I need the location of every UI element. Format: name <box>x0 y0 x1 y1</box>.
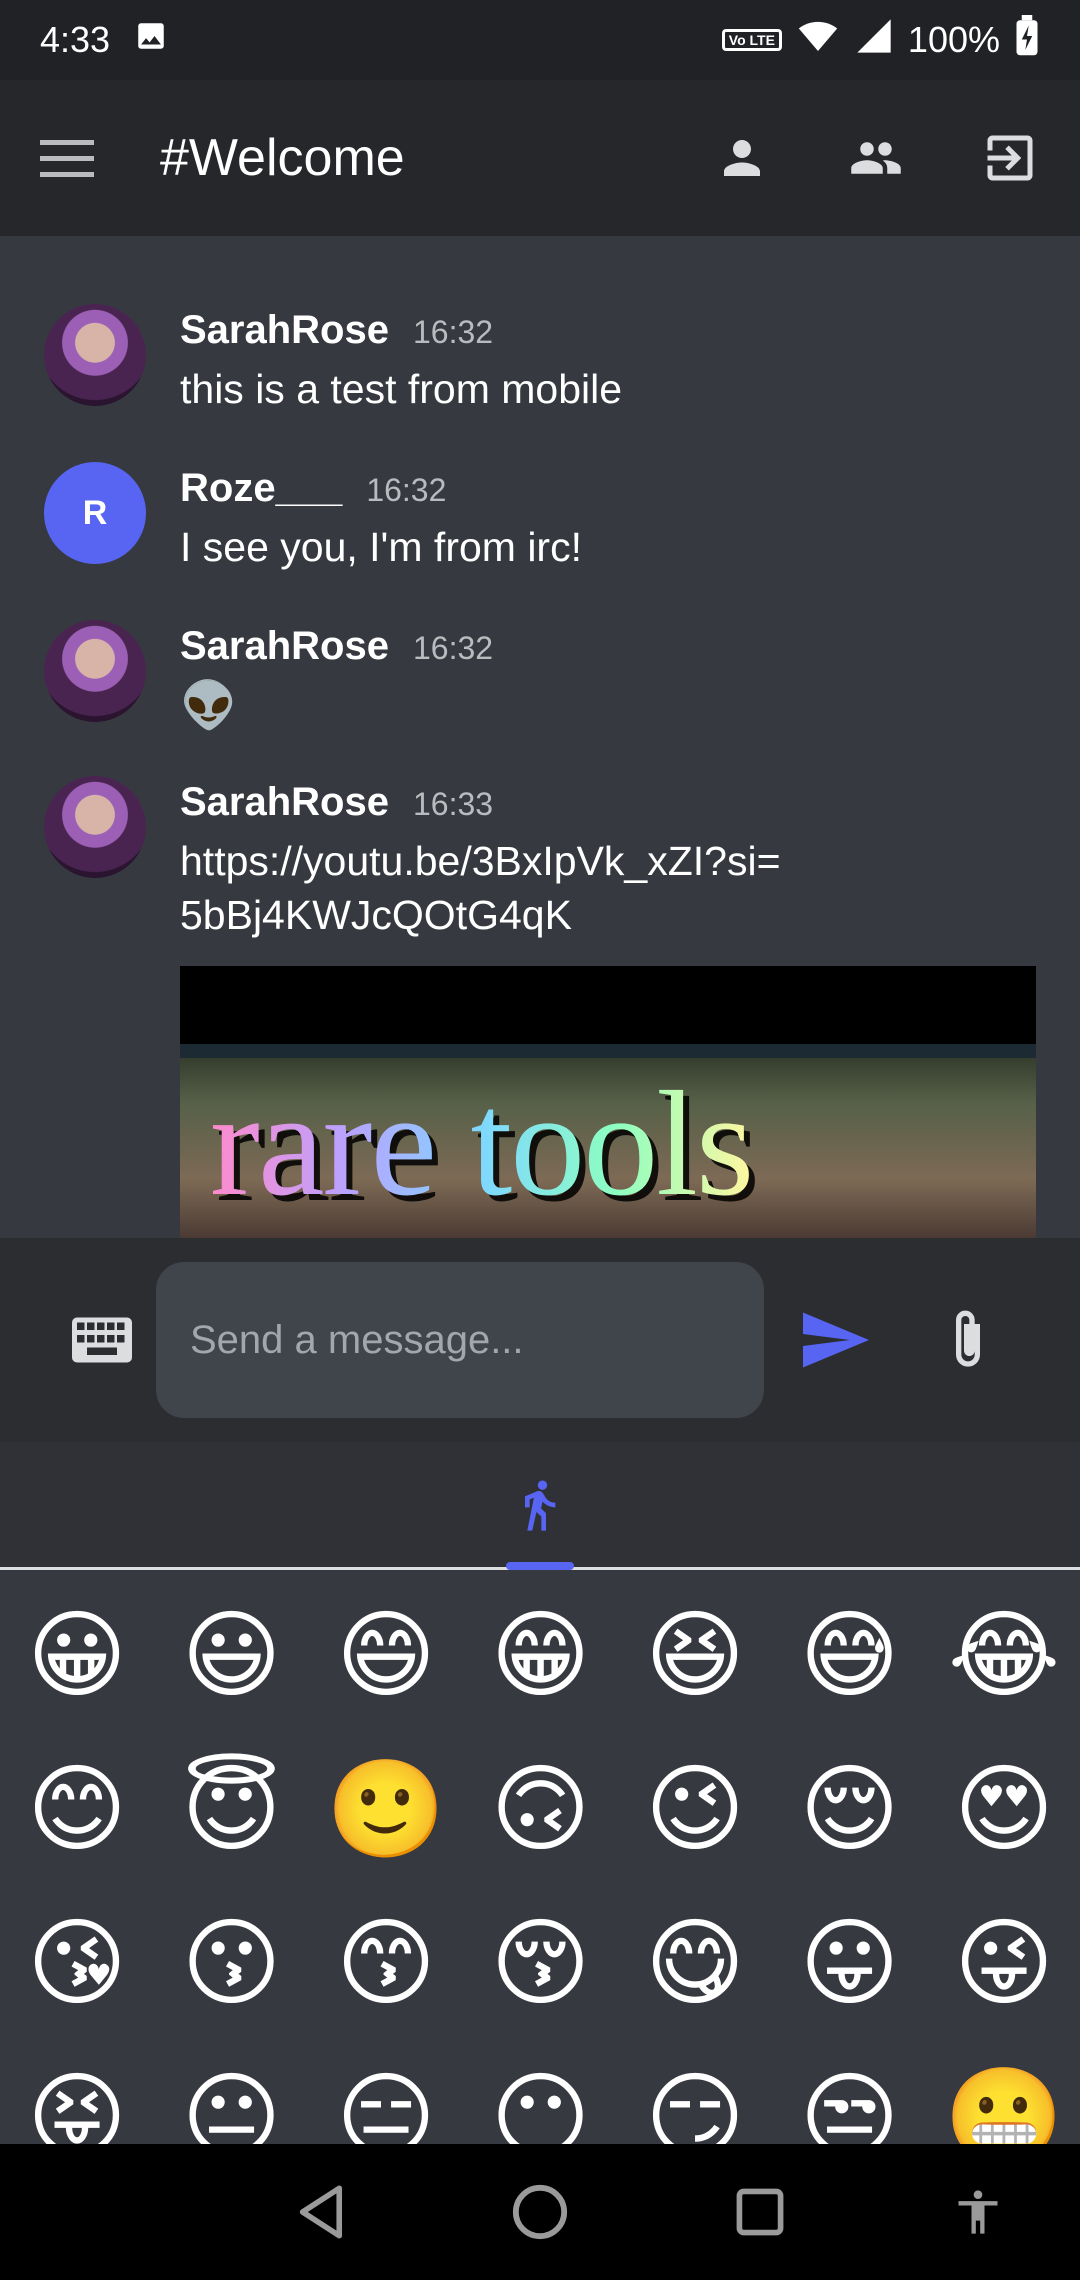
message-text: I see you, I'm from irc! <box>180 524 582 570</box>
recents-icon <box>736 2188 784 2236</box>
emoji-cell[interactable]: 😬 <box>927 2041 1080 2145</box>
emoji-cell[interactable]: 😀 <box>0 1579 154 1733</box>
emoji-cell[interactable]: 😛 <box>773 1887 927 2041</box>
emoji-cell[interactable]: 😃 <box>155 1579 309 1733</box>
emoji-cell[interactable]: 😍 <box>927 1733 1080 1887</box>
message-input[interactable] <box>156 1262 764 1418</box>
emoji-cell[interactable]: 😇 <box>155 1733 309 1887</box>
emoji-picker: 😀 😃 😄 😁 😆 😅 😂 😊 😇 🙂 🙃 😉 😌 😍 😘 😗 😙 😚 😋 😛 😜 😝 😐 😑 😶 😏 😒 😬 <box>0 1442 1080 2144</box>
emoji-cell[interactable]: 😶 <box>464 2041 618 2145</box>
volte-icon: Vo LTE <box>721 29 782 51</box>
emoji-cell[interactable]: 😂 <box>927 1579 1080 1733</box>
timestamp: 16:32 <box>366 472 447 508</box>
send-icon <box>803 1312 869 1368</box>
emoji-cell[interactable]: 🙃 <box>464 1733 618 1887</box>
emoji-cell[interactable]: 😏 <box>618 2041 772 2145</box>
attach-icon <box>956 1310 980 1367</box>
tab-indicator <box>506 1562 574 1570</box>
status-time: 4:33 <box>40 19 111 60</box>
send-button[interactable] <box>796 1300 876 1380</box>
image-icon <box>134 19 168 62</box>
tab-people-activity[interactable] <box>504 1470 574 1540</box>
logout-button[interactable] <box>978 126 1042 190</box>
back-button[interactable] <box>280 2170 364 2254</box>
timestamp: 16:32 <box>412 630 494 666</box>
emoji-cell[interactable]: 😝 <box>0 2041 154 2145</box>
channel-title: #Welcome <box>160 129 405 187</box>
status-bar: 4:33 Vo LTE 100% <box>0 0 1080 80</box>
emoji-grid: 😀 😃 😄 😁 😆 😅 😂 😊 😇 🙂 🙃 😉 😌 😍 😘 😗 😙 😚 😋 😛 😜 😝 😐 😑 😶 😏 😒 😬 <box>0 1573 1080 2145</box>
user-button[interactable] <box>710 126 774 190</box>
emoji-cell[interactable]: 😋 <box>618 1887 772 2041</box>
group-icon <box>851 142 901 174</box>
timestamp: 16:32 <box>412 314 494 350</box>
embed-title: rare tools <box>210 1054 754 1234</box>
message-link[interactable]: https://youtu.be/3BxIpVk_xZI?si=5bBj4KWJ… <box>180 834 800 942</box>
system-nav-bar <box>0 2144 1080 2280</box>
message-composer <box>0 1238 1080 1442</box>
emoji-cell[interactable]: 😒 <box>773 2041 927 2145</box>
emoji-cell[interactable]: 😜 <box>927 1887 1080 2041</box>
emoji-cell[interactable]: 😚 <box>464 1887 618 2041</box>
emoji-cell[interactable]: 😉 <box>618 1733 772 1887</box>
keyboard-icon <box>72 1317 132 1363</box>
message-list[interactable]: SarahRose 16:32 this is a test from mobi… <box>0 236 1080 1238</box>
emoji-cell[interactable]: 😐 <box>155 2041 309 2145</box>
username[interactable]: SarahRose <box>180 780 389 825</box>
home-icon <box>512 2184 568 2240</box>
emoji-cell[interactable]: 😅 <box>773 1579 927 1733</box>
recents-button[interactable] <box>718 2170 802 2254</box>
keyboard-button[interactable] <box>62 1300 142 1380</box>
signal-icon <box>854 16 894 65</box>
message-emoji: 👽 <box>180 679 238 731</box>
emoji-cell[interactable]: 😙 <box>309 1887 463 2041</box>
emoji-category-tabs <box>0 1442 1080 1570</box>
back-icon <box>299 2185 343 2239</box>
attach-button[interactable] <box>928 1300 1008 1380</box>
logout-icon <box>987 135 1033 181</box>
message-text: this is a test from mobile <box>180 366 623 412</box>
emoji-cell[interactable]: 😁 <box>464 1579 618 1733</box>
app-header: #Welcome <box>0 80 1080 236</box>
menu-icon <box>40 140 94 177</box>
battery-percent: 100% <box>907 19 1000 60</box>
emoji-cell[interactable]: 😑 <box>309 2041 463 2145</box>
battery-charging-icon <box>1014 14 1040 66</box>
emoji-cell[interactable]: 😘 <box>0 1887 154 2041</box>
home-button[interactable] <box>498 2170 582 2254</box>
emoji-cell[interactable]: 😄 <box>309 1579 463 1733</box>
username[interactable]: Roze___ <box>180 466 342 511</box>
emoji-cell[interactable]: 😊 <box>0 1733 154 1887</box>
emoji-cell[interactable]: 😆 <box>618 1579 772 1733</box>
emoji-cell[interactable]: 🙂 <box>309 1733 463 1887</box>
user-icon <box>724 140 760 176</box>
accessibility-button[interactable] <box>936 2170 1020 2254</box>
username[interactable]: SarahRose <box>180 308 389 353</box>
avatar[interactable]: R <box>44 462 146 564</box>
avatar[interactable] <box>44 776 146 878</box>
emoji-cell[interactable]: 😌 <box>773 1733 927 1887</box>
avatar[interactable] <box>44 620 146 722</box>
accessibility-icon <box>958 2190 998 2234</box>
menu-button[interactable] <box>34 125 100 191</box>
emoji-cell[interactable]: 😗 <box>155 1887 309 2041</box>
people-activity-icon <box>525 1480 556 1531</box>
members-button[interactable] <box>844 126 908 190</box>
username[interactable]: SarahRose <box>180 624 389 669</box>
wifi-icon <box>796 16 840 65</box>
timestamp: 16:33 <box>412 786 494 822</box>
video-embed[interactable]: rare tools rare tools <box>180 966 1036 1238</box>
avatar[interactable] <box>44 304 146 406</box>
